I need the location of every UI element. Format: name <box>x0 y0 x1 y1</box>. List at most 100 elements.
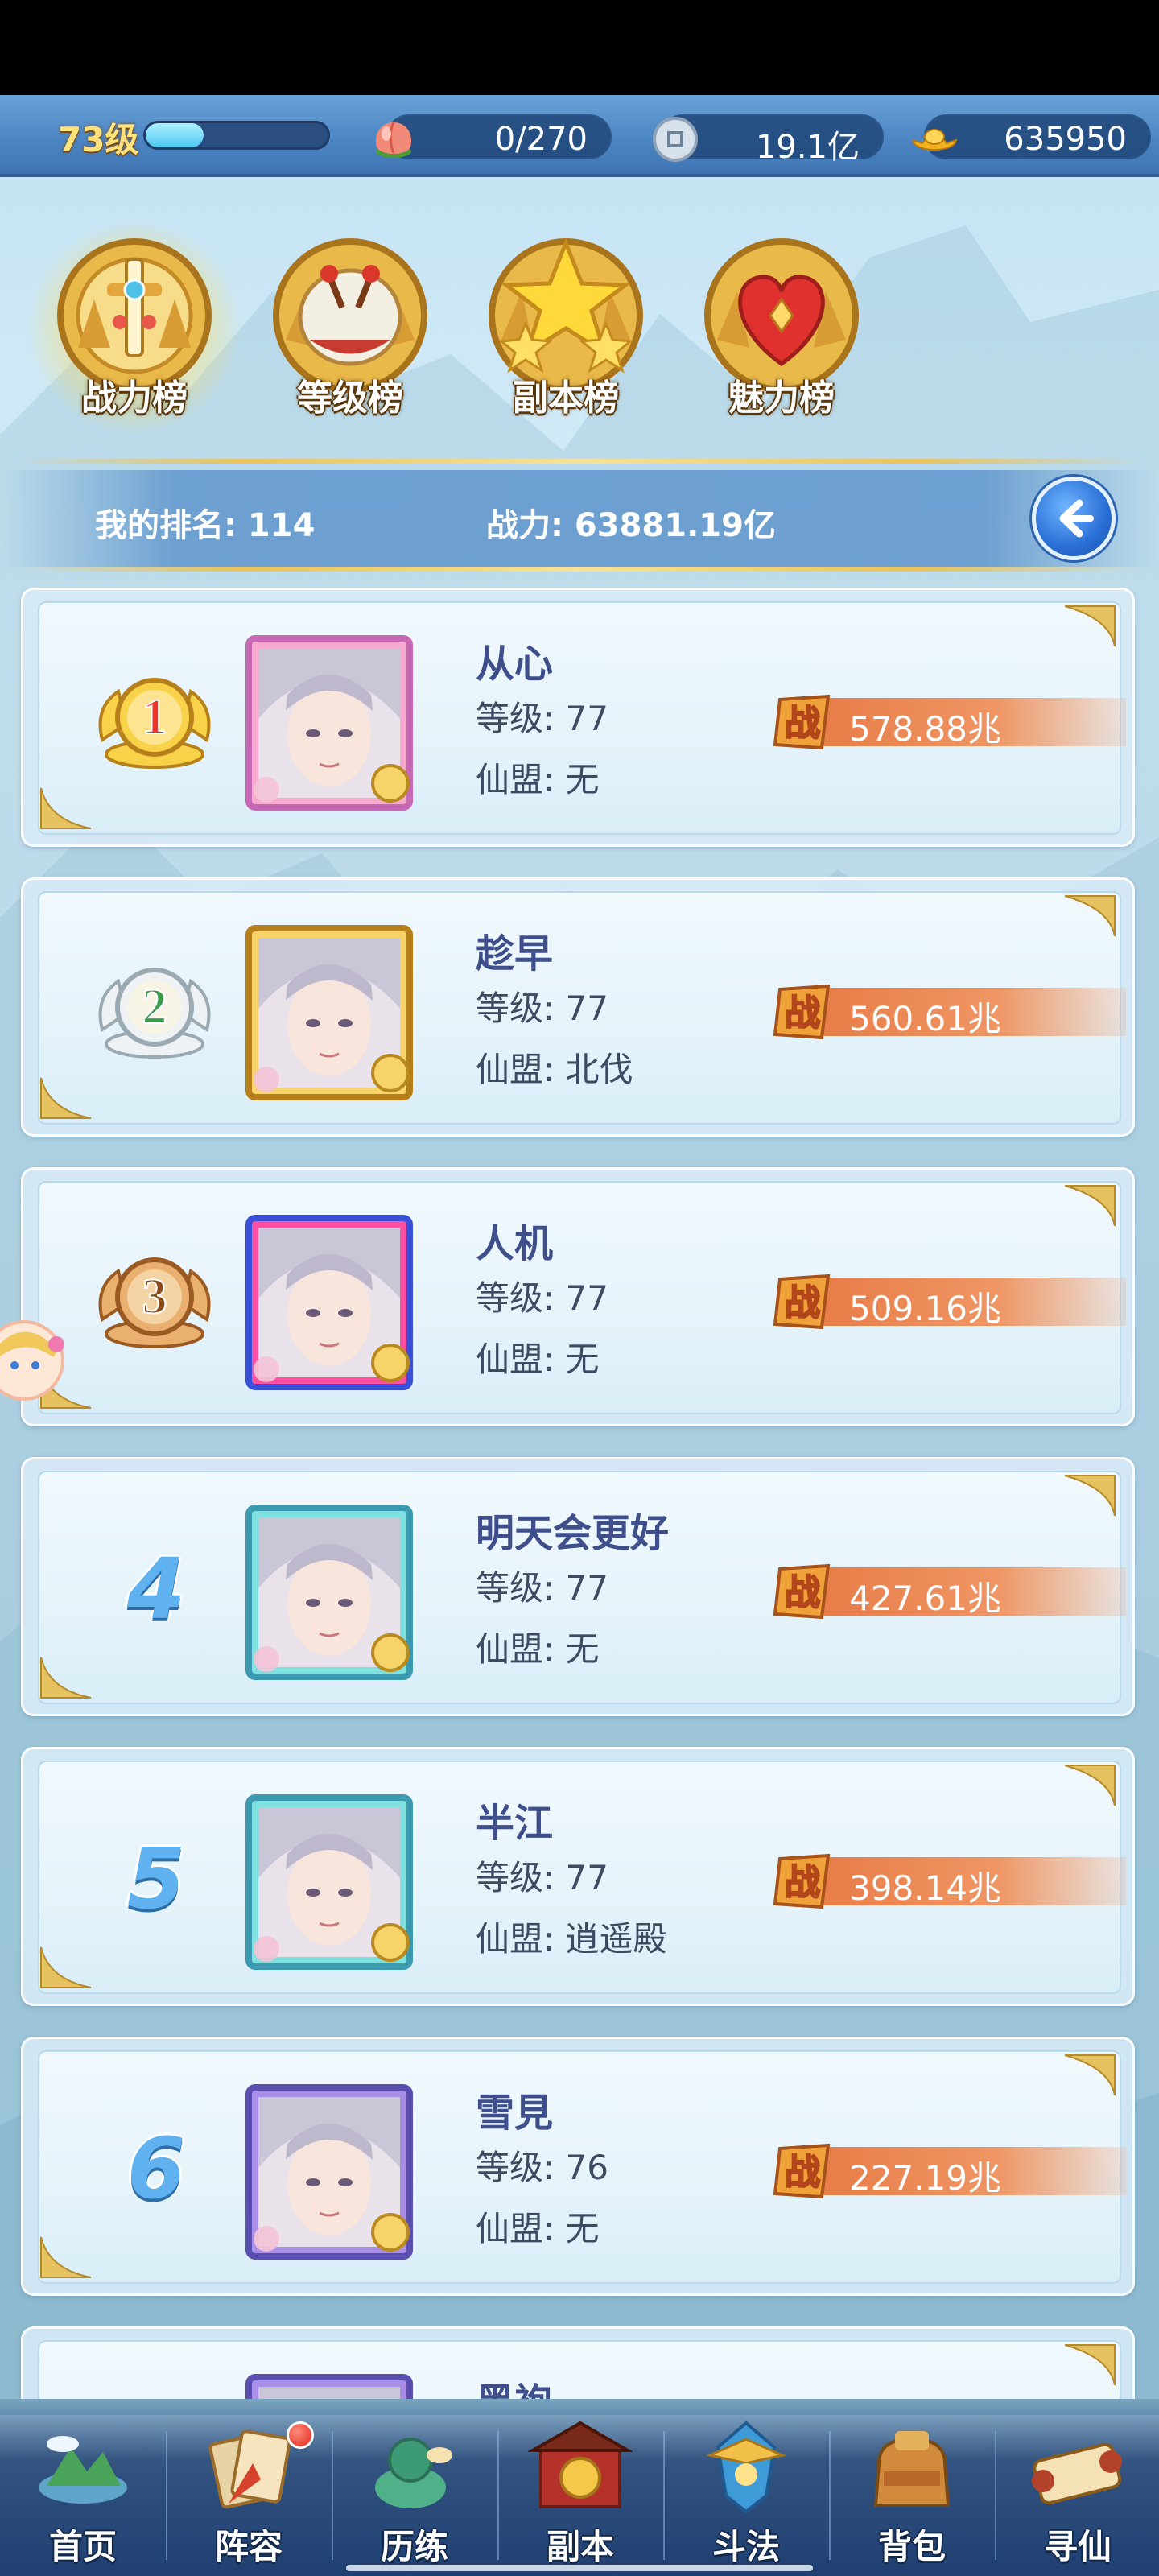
power-display: 战 509.16兆 <box>772 1269 1126 1331</box>
ranking-row[interactable]: 6 雪見 等级: 76 仙盟: 无 战 227.19兆 <box>21 2037 1135 2296</box>
nav-item-1[interactable]: 阵容 <box>166 2399 332 2576</box>
nav-item-4[interactable]: 斗法 <box>663 2399 829 2576</box>
player-guild-text: 仙盟: 逍遥殿 <box>476 1919 667 1959</box>
nav-label: 背包 <box>877 2527 946 2566</box>
battle-badge-text: 战 <box>785 2152 820 2193</box>
tab-dungeon-ranking[interactable]: 副本榜 <box>465 227 666 428</box>
tab-label: 战力榜 <box>81 378 188 419</box>
player-name[interactable]: 从心 <box>476 632 553 688</box>
player-avatar[interactable] <box>229 2071 431 2273</box>
my-power-text: 战力: 63881.19亿 <box>486 507 776 544</box>
stamina-value: 0/270 <box>494 121 588 158</box>
peach-icon <box>375 122 412 158</box>
ranking-row-panel <box>38 2340 1121 2399</box>
my-rank-text: 我的排名: 114 <box>95 507 316 544</box>
player-name[interactable]: 雪見 <box>476 2081 553 2137</box>
nav-label: 阵容 <box>214 2527 283 2566</box>
battle-badge-icon: 战 <box>773 1563 831 1620</box>
level-progress-bar <box>143 121 330 150</box>
home-island-icon <box>39 2436 127 2504</box>
player-avatar[interactable] <box>229 1492 431 1693</box>
player-level-text: 等级: 77 <box>476 699 608 738</box>
battle-badge-icon: 战 <box>773 984 831 1040</box>
back-button[interactable] <box>1032 477 1116 560</box>
ranking-row[interactable]: 2 趁早 等级: 77 仙盟: 北伐 战 560.61兆 <box>21 877 1135 1137</box>
silver-counter[interactable]: 19.1亿 <box>653 114 884 166</box>
silver-value: 19.1亿 <box>755 129 860 166</box>
tab-level-ranking[interactable]: 等级榜 <box>250 227 451 428</box>
player-avatar[interactable] <box>229 1202 431 1403</box>
player-avatar[interactable] <box>229 1781 431 1983</box>
battle-badge-text: 战 <box>785 703 820 744</box>
battle-badge-text: 战 <box>785 1572 820 1613</box>
gold-ingot-icon <box>911 129 958 151</box>
player-power: 578.88兆 <box>849 709 1001 749</box>
player-name[interactable]: 明天会更好 <box>476 1501 669 1558</box>
player-name[interactable]: 半江 <box>476 1791 553 1847</box>
tab-charm-ranking[interactable]: 魅力榜 <box>681 227 882 428</box>
player-power: 509.16兆 <box>849 1289 1001 1328</box>
rank-medal-number: 1 <box>142 690 167 745</box>
back-arrow-icon <box>1059 499 1094 538</box>
player-power: 227.19兆 <box>849 2158 1001 2198</box>
player-name[interactable]: 趁早 <box>476 922 553 978</box>
notification-badge <box>287 2421 314 2449</box>
battle-badge-icon: 战 <box>773 1274 831 1330</box>
divider-top <box>16 459 1143 464</box>
corner-ornament-icon <box>40 1077 92 1119</box>
corner-ornament-icon <box>40 1946 92 1988</box>
ranking-list[interactable]: 1 从心 等级: 77 仙盟: 无 战 578.88兆 2 趁早 等级: 77 … <box>0 588 1159 2399</box>
player-power: 427.61兆 <box>849 1579 1001 1618</box>
tab-label: 等级榜 <box>297 378 403 419</box>
power-display: 战 398.14兆 <box>772 1849 1126 1910</box>
ranking-row[interactable]: 4 明天会更好 等级: 77 仙盟: 无 战 427.61兆 <box>21 1457 1135 1716</box>
nav-item-2[interactable]: 历练 <box>332 2399 497 2576</box>
player-level: 73级 <box>58 120 139 159</box>
gold-value: 635950 <box>1004 121 1127 158</box>
tab-label: 魅力榜 <box>728 378 835 419</box>
nav-item-3[interactable]: 副本 <box>497 2399 663 2576</box>
battle-badge-text: 战 <box>785 1282 820 1323</box>
tab-label: 副本榜 <box>513 378 619 419</box>
player-name[interactable]: 人机 <box>476 1212 553 1268</box>
rank-medal-icon: 1 <box>98 678 211 769</box>
battle-badge-icon: 战 <box>773 2143 831 2199</box>
player-level-text: 等级: 77 <box>476 1568 608 1608</box>
ranking-row[interactable]: 1 从心 等级: 77 仙盟: 无 战 578.88兆 <box>21 588 1135 847</box>
corner-ornament-icon <box>40 787 92 829</box>
nav-label: 首页 <box>48 2527 117 2566</box>
nav-label: 副本 <box>546 2527 614 2566</box>
ranking-row[interactable]: 5 半江 等级: 77 仙盟: 逍遥殿 战 398.14兆 <box>21 1747 1135 2006</box>
silver-coin-icon <box>653 117 698 162</box>
ranking-row[interactable]: 3 人机 等级: 77 仙盟: 无 战 509.16兆 <box>21 1167 1135 1426</box>
player-level-text: 等级: 77 <box>476 1278 608 1318</box>
floating-assistant-avatar[interactable] <box>0 1304 72 1417</box>
nav-label: 历练 <box>380 2527 448 2566</box>
rank-number: 6 <box>126 2120 186 2218</box>
corner-ornament-icon <box>40 2236 92 2278</box>
nav-item-5[interactable]: 背包 <box>829 2399 995 2576</box>
player-power: 560.61兆 <box>849 999 1001 1038</box>
level-progress-fill <box>146 123 204 147</box>
backpack-icon <box>873 2431 951 2507</box>
dungeon-gate-icon <box>528 2421 633 2508</box>
corner-ornament-icon <box>1064 605 1116 647</box>
nav-item-0[interactable]: 首页 <box>0 2399 166 2576</box>
player-avatar[interactable] <box>229 622 431 824</box>
nav-label: 寻仙 <box>1043 2527 1112 2566</box>
nav-item-6[interactable]: 寻仙 <box>995 2399 1159 2576</box>
power-display: 战 578.88兆 <box>772 690 1126 751</box>
player-avatar[interactable] <box>229 2361 431 2399</box>
stamina-counter[interactable]: 0/270 <box>375 114 612 159</box>
lineup-cards-icon <box>208 2429 291 2509</box>
corner-ornament-icon <box>1064 2344 1116 2386</box>
player-avatar[interactable] <box>229 912 431 1113</box>
ranking-row[interactable]: 7 黑袍 战 <box>21 2326 1135 2399</box>
player-name[interactable]: 黑袍 <box>476 2371 553 2399</box>
player-guild-text: 仙盟: 无 <box>476 1629 600 1669</box>
tab-power-ranking[interactable]: 战力榜 <box>26 219 243 436</box>
player-guild-text: 仙盟: 无 <box>476 1340 600 1379</box>
system-status-bar <box>0 0 1159 95</box>
seek-immortal-scroll-icon <box>1032 2442 1122 2505</box>
gold-counter[interactable]: 635950 <box>911 114 1151 159</box>
